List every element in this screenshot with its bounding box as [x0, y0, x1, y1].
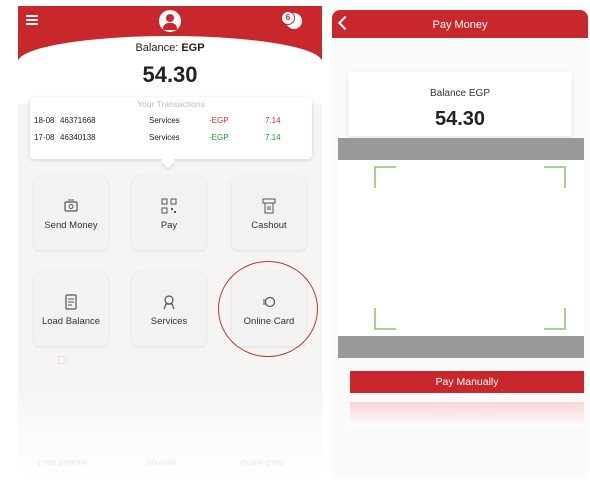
transaction-id: 46371668 — [60, 116, 96, 125]
transaction-date: 17-08 — [34, 133, 55, 142]
send-money-icon — [64, 199, 78, 212]
transaction-amount: 7.14 — [265, 116, 281, 125]
pay-manually-reflection: Pay Manually — [350, 402, 584, 428]
menu-icon[interactable] — [26, 15, 38, 25]
load-balance-icon — [65, 294, 77, 310]
background-pattern — [58, 356, 66, 364]
transactions-card[interactable]: Your Transactions 18-08 46371668 Service… — [30, 97, 312, 159]
scanner-corner-icon — [374, 166, 396, 188]
pay-money-screen: Pay Money Balance EGP 54.30 Pay Manually… — [332, 6, 588, 478]
wallet-home-screen: 6 Balance: EGP 54.30 Your Transactions 1… — [18, 6, 322, 478]
cashout-label: Cashout — [251, 220, 287, 231]
load-balance-button[interactable]: Load Balance — [34, 272, 108, 346]
user-avatar-icon[interactable] — [159, 10, 181, 32]
balance-label: Balance: EGP — [18, 42, 322, 54]
balance-label-text: Balance: — [135, 42, 179, 54]
scanner-corner-icon — [544, 308, 566, 330]
balance-value: 54.30 — [434, 108, 486, 130]
pay-manually-reflection-text: Pay Manually — [436, 408, 498, 419]
page-title: Pay Money — [432, 19, 488, 31]
transaction-row[interactable]: 17-08 46340138 Services -EGP 7.14 — [30, 133, 312, 147]
transaction-row[interactable]: 18-08 46371668 Services -EGP 7.14 — [30, 116, 312, 130]
transaction-id: 46340138 — [60, 133, 96, 142]
reflection-label: Services — [146, 458, 177, 467]
transaction-type: Services — [149, 133, 180, 142]
qr-pay-icon — [161, 198, 177, 214]
scanner-band-bottom — [338, 336, 584, 358]
pay-manually-button[interactable]: Pay Manually — [350, 371, 584, 393]
balance-currency: EGP — [181, 42, 205, 54]
balance-label: Balance EGP — [429, 88, 491, 99]
pay-label: Pay — [160, 220, 178, 231]
scanner-band-top — [338, 138, 584, 160]
transaction-type: Services — [149, 116, 180, 125]
balance-value: 54.30 — [142, 62, 198, 87]
send-money-button[interactable]: Send Money — [34, 176, 108, 250]
services-icon — [163, 295, 175, 310]
cashout-button[interactable]: Cashout — [232, 176, 306, 250]
scanner-corner-icon — [544, 166, 566, 188]
transactions-title: Your Transactions — [137, 99, 205, 109]
notification-badge: 6 — [282, 12, 294, 24]
transaction-amount: 7.14 — [265, 133, 281, 142]
services-label: Services — [150, 316, 188, 327]
reflection-label: Load Balance — [38, 458, 87, 467]
transaction-date: 18-08 — [34, 116, 55, 125]
transaction-currency: -EGP — [209, 133, 229, 142]
cashout-icon — [262, 198, 276, 214]
transaction-currency: -EGP — [209, 116, 229, 125]
load-balance-label: Load Balance — [41, 316, 101, 327]
pay-button[interactable]: Pay — [132, 176, 206, 250]
send-money-label: Send Money — [44, 220, 98, 231]
highlight-circle — [218, 261, 318, 357]
scanner-corner-icon — [374, 308, 396, 330]
reflection-label: Online Card — [240, 458, 283, 467]
services-button[interactable]: Services — [132, 272, 206, 346]
